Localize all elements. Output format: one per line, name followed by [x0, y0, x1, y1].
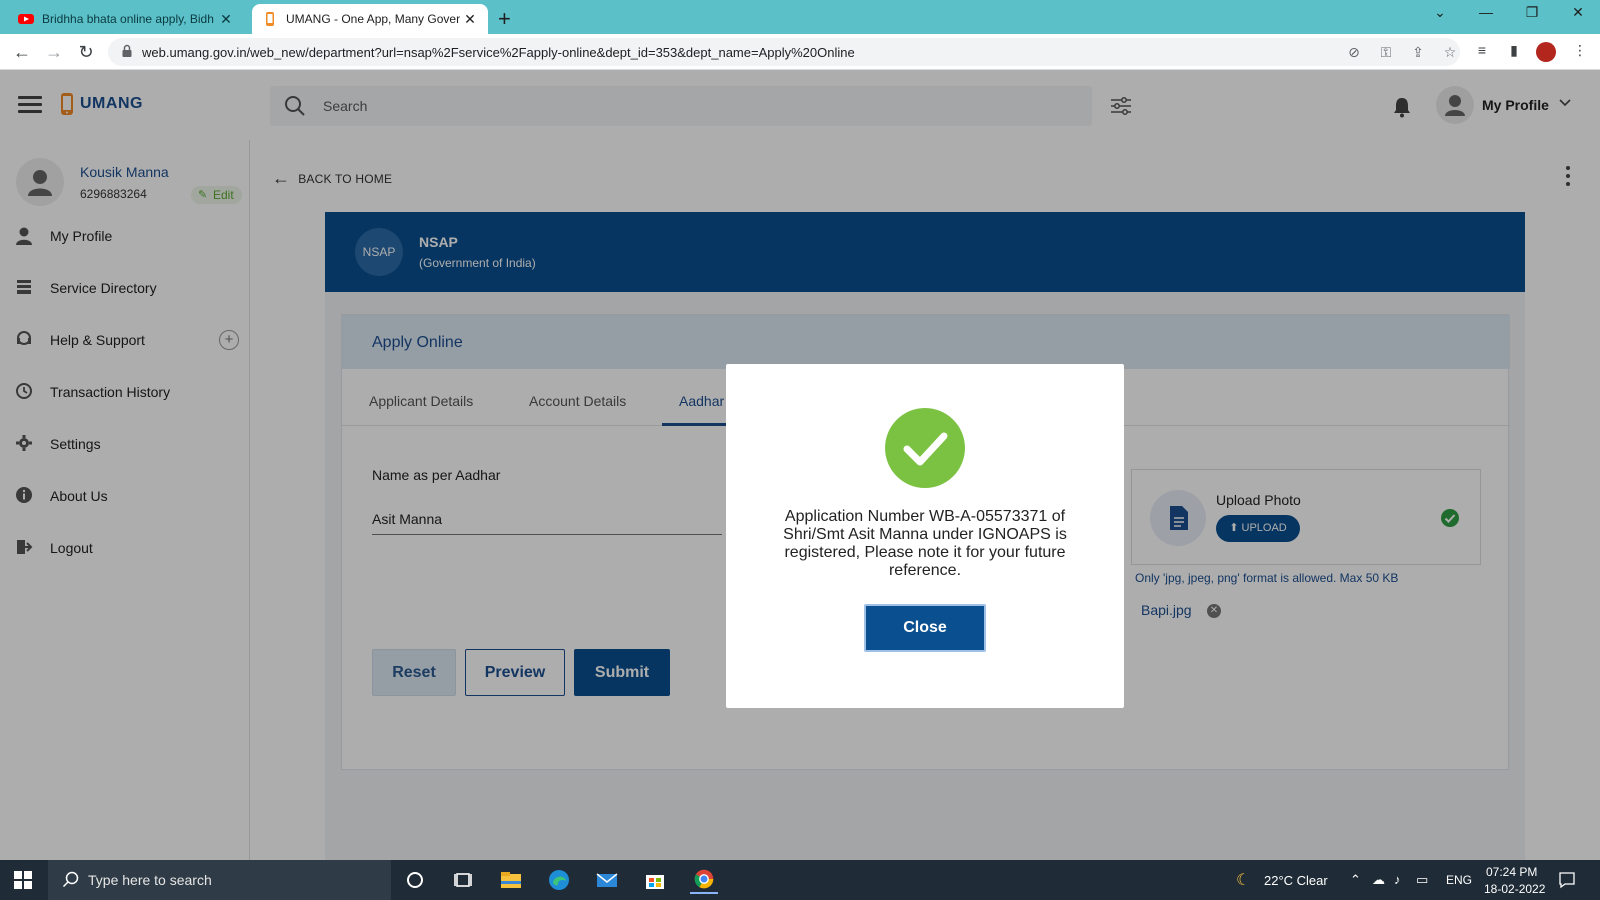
chrome-icon[interactable]	[690, 866, 718, 894]
tab-title: Bridhha bhata online apply, Bidh	[42, 12, 214, 26]
browser-tabstrip: Bridhha bhata online apply, Bidh ✕ UMANG…	[0, 0, 1600, 34]
language-indicator[interactable]: ENG	[1446, 873, 1472, 887]
close-window-icon[interactable]: ✕	[1558, 4, 1598, 21]
umang-favicon-icon	[266, 12, 274, 26]
taskbar-search[interactable]: Type here to search	[48, 860, 391, 900]
tab-title: UMANG - One App, Many Gover	[286, 12, 461, 26]
url-text: web.umang.gov.in/web_new/department?url=…	[142, 45, 855, 60]
key-icon[interactable]: ⚿	[1378, 44, 1394, 60]
success-check-icon	[885, 408, 965, 488]
back-icon[interactable]: ←	[10, 40, 34, 64]
mail-icon[interactable]	[593, 866, 621, 894]
search-icon	[62, 871, 79, 888]
task-view-icon[interactable]	[449, 866, 477, 894]
browser-toolbar: ← → ↻ web.umang.gov.in/web_new/departmen…	[0, 34, 1600, 70]
cortana-icon[interactable]	[401, 866, 429, 894]
blocked-icon[interactable]: ⊘	[1346, 44, 1362, 60]
star-icon[interactable]: ☆	[1442, 44, 1458, 60]
close-button[interactable]: Close	[864, 604, 986, 652]
file-explorer-icon[interactable]	[497, 866, 525, 894]
clock-time[interactable]: 07:24 PM	[1486, 865, 1537, 879]
windows-taskbar: Type here to search ☾ 22°C Clear ⌃ ☁ ♪ ▭…	[0, 860, 1600, 900]
success-message: Application Number WB-A-05573371 of Shri…	[783, 508, 1067, 579]
chevron-up-icon[interactable]: ⌃	[1350, 872, 1361, 888]
moon-weather-icon: ☾	[1236, 872, 1251, 889]
success-dialog: Application Number WB-A-05573371 of Shri…	[726, 364, 1124, 708]
tab-close-icon[interactable]: ✕	[462, 11, 478, 28]
share-icon[interactable]: ⇪	[1410, 44, 1426, 60]
clock-date[interactable]: 18-02-2022	[1484, 882, 1545, 896]
windows-start-icon[interactable]	[14, 871, 32, 889]
volume-icon[interactable]: ♪	[1394, 872, 1401, 887]
store-icon[interactable]	[641, 866, 669, 894]
tab-search-icon[interactable]: ⌄	[1420, 4, 1460, 21]
minimize-icon[interactable]: —	[1466, 4, 1506, 20]
browser-tab-umang[interactable]: UMANG - One App, Many Gover ✕	[252, 4, 488, 34]
weather-text[interactable]: 22°C Clear	[1264, 873, 1328, 888]
reload-icon[interactable]: ↻	[74, 40, 98, 64]
cloud-icon[interactable]: ☁	[1372, 872, 1385, 888]
edge-icon[interactable]	[545, 866, 573, 894]
tab-close-icon[interactable]: ✕	[218, 11, 234, 28]
address-bar[interactable]: web.umang.gov.in/web_new/department?url=…	[108, 38, 1460, 66]
notification-icon[interactable]	[1558, 871, 1576, 889]
sidepanel-icon[interactable]: ▮	[1504, 42, 1524, 62]
youtube-icon	[18, 14, 34, 24]
forward-icon[interactable]: →	[42, 40, 66, 64]
restore-icon[interactable]: ❐	[1512, 4, 1552, 21]
network-icon[interactable]: ▭	[1416, 872, 1428, 888]
new-tab-button[interactable]: +	[498, 6, 511, 32]
lock-icon	[122, 44, 132, 57]
browser-menu-icon[interactable]: ⋮	[1570, 42, 1590, 62]
reading-list-icon[interactable]: ≡	[1472, 42, 1492, 62]
browser-tab-youtube[interactable]: Bridhha bhata online apply, Bidh ✕	[8, 4, 244, 34]
account-avatar-icon[interactable]	[1536, 42, 1556, 62]
taskbar-search-placeholder: Type here to search	[88, 872, 212, 888]
